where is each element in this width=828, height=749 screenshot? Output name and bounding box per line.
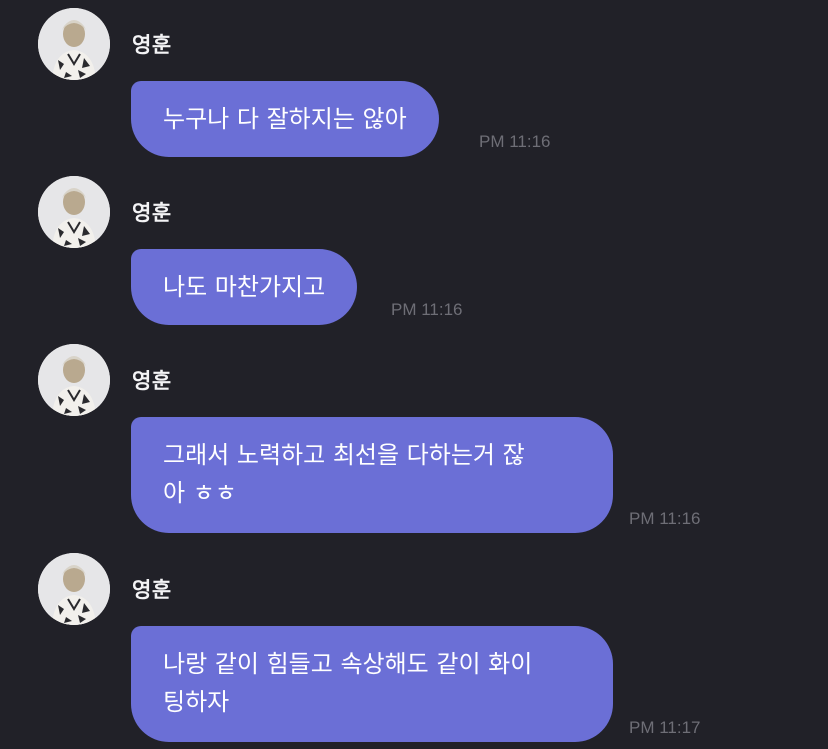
profile-photo-icon	[38, 8, 110, 80]
avatar[interactable]	[38, 553, 110, 625]
avatar[interactable]	[38, 8, 110, 80]
profile-photo-icon	[38, 553, 110, 625]
message-bubble[interactable]: 나도 마찬가지고	[131, 249, 358, 325]
message-bubble[interactable]: 나랑 같이 힘들고 속상해도 같이 화이 팅하자	[131, 626, 613, 742]
message-bubble[interactable]: 누구나 다 잘하지는 않아	[131, 81, 439, 157]
profile-photo-icon	[38, 344, 110, 416]
avatar[interactable]	[38, 176, 110, 248]
avatar[interactable]	[38, 344, 110, 416]
message-bubble[interactable]: 그래서 노력하고 최선을 다하는거 잖 아 ㅎㅎ	[131, 417, 613, 533]
message-time: PM 11:16	[391, 300, 463, 319]
sender-name: 영훈	[132, 33, 172, 57]
sender-name: 영훈	[132, 201, 172, 225]
sender-name: 영훈	[132, 369, 172, 393]
message-time: PM 11:16	[629, 509, 701, 528]
message-time: PM 11:17	[629, 718, 701, 737]
sender-name: 영훈	[132, 578, 172, 602]
chat-thread: 영훈 누구나 다 잘하지는 않아 PM 11:16 영훈 나도 마찬가지고 PM…	[0, 0, 828, 749]
message-time: PM 11:16	[479, 132, 551, 151]
profile-photo-icon	[38, 176, 110, 248]
